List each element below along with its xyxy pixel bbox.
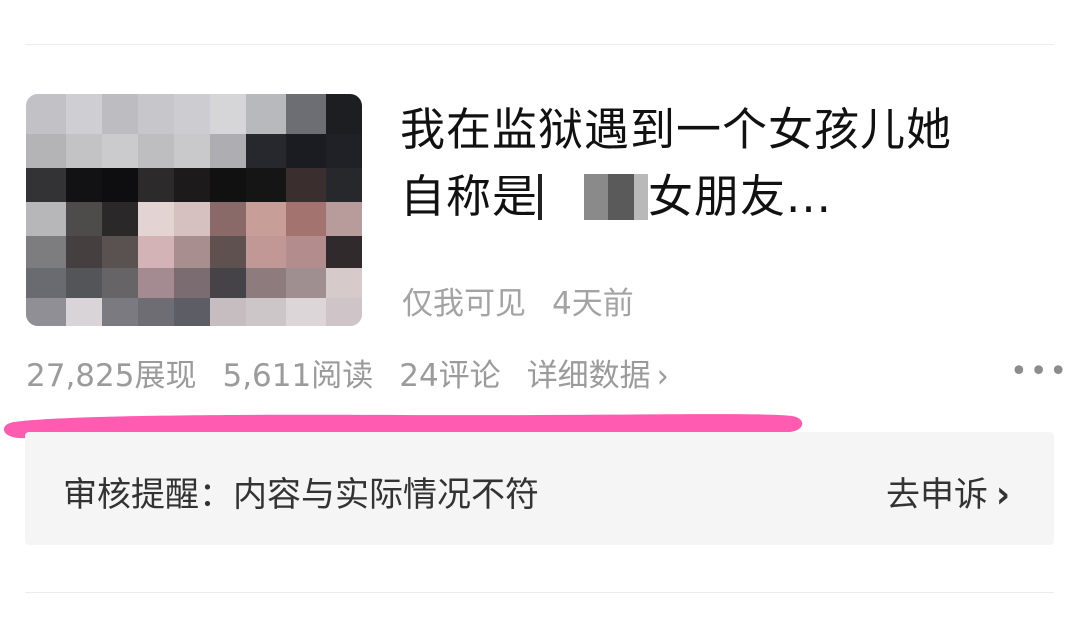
appeal-button[interactable]: 去申诉 › (885, 467, 1010, 517)
article-meta: 仅我可见 4天前 (402, 278, 660, 323)
article-thumbnail[interactable] (26, 94, 362, 326)
title-line-2-start: 自称是 (400, 170, 539, 223)
title-line-2-end: 女朋友... (648, 170, 832, 223)
pixelated-image (26, 94, 362, 326)
chevron-right-icon: › (656, 357, 669, 396)
chevron-right-icon: › (995, 473, 1010, 517)
review-notice: 审核提醒：内容与实际情况不符 去申诉 › (25, 432, 1054, 545)
detail-data-label: 详细数据 (526, 358, 651, 394)
article-title[interactable]: 我在监狱遇到一个女孩儿她 自称是 女朋友... (400, 96, 1030, 230)
visibility-label: 仅我可见 (402, 286, 526, 322)
publish-time: 4天前 (552, 286, 634, 322)
bottom-divider (25, 592, 1054, 593)
comments-count[interactable]: 24评论 (399, 358, 500, 394)
top-divider (25, 44, 1054, 45)
impressions-count: 27,825展现 (26, 358, 197, 394)
detail-data-link[interactable]: 详细数据 › (526, 357, 669, 396)
appeal-label: 去申诉 (885, 475, 988, 515)
stats-row: 27,825展现 5,611阅读 24评论 详细数据 › (26, 350, 669, 396)
title-line-2: 自称是 女朋友... (400, 163, 1030, 230)
more-dots-icon[interactable]: ••• (1010, 352, 1069, 392)
title-line-1: 我在监狱遇到一个女孩儿她 (400, 103, 953, 156)
reads-count: 5,611阅读 (222, 358, 374, 394)
redaction-block (538, 174, 649, 220)
review-notice-text: 审核提醒：内容与实际情况不符 (63, 475, 539, 515)
